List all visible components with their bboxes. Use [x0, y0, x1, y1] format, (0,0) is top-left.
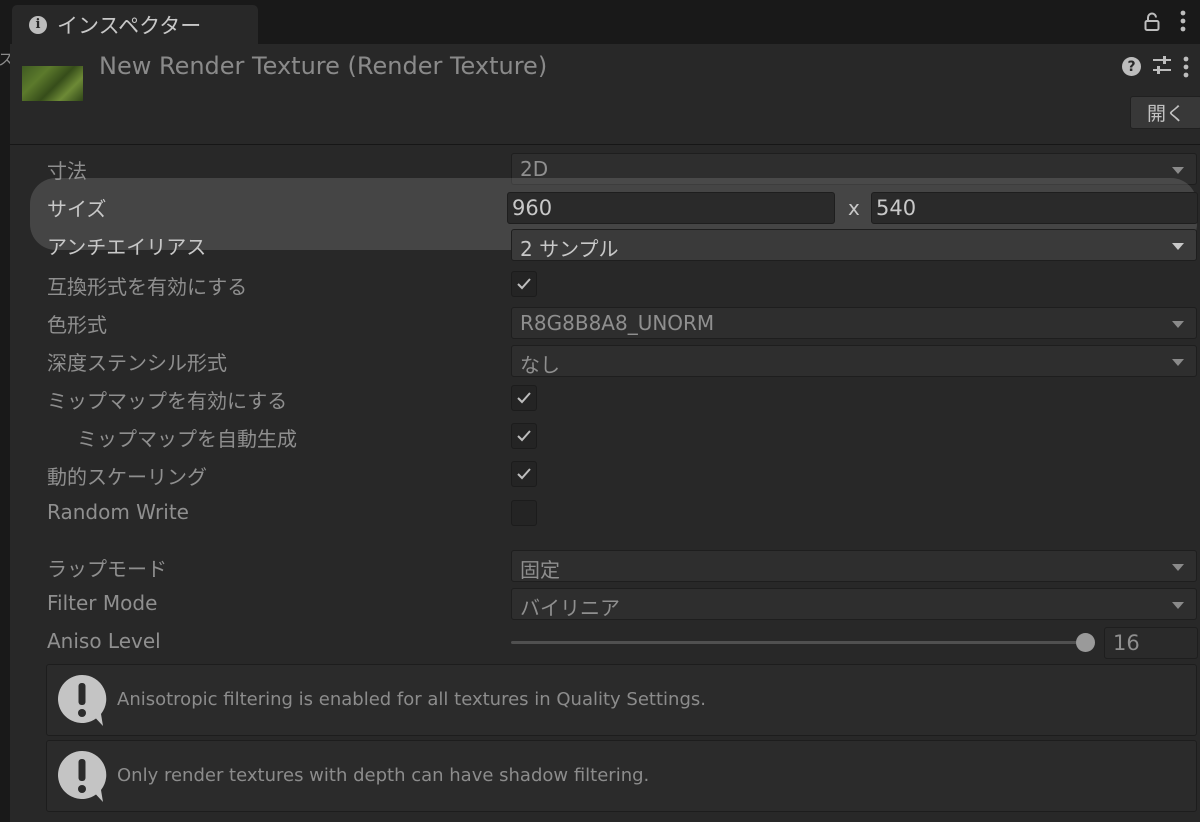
- dynamic-scaling-label: 動的スケーリング: [47, 465, 207, 489]
- chevron-down-icon: [1172, 602, 1184, 609]
- wrap-mode-dropdown[interactable]: 固定: [511, 550, 1197, 582]
- info-icon: i: [29, 15, 47, 34]
- tab-inspector[interactable]: i インスペクター: [12, 5, 258, 44]
- kebab-menu-icon[interactable]: [1180, 10, 1186, 32]
- checkmark-icon: [517, 392, 531, 404]
- wrap-mode-value: 固定: [520, 558, 560, 582]
- checkmark-icon: [517, 430, 531, 442]
- help-message: Only render textures with depth can have…: [117, 765, 650, 786]
- filter-mode-dropdown[interactable]: バイリニア: [511, 588, 1197, 620]
- size-height-field[interactable]: 540: [871, 192, 1198, 224]
- random-write-label: Random Write: [47, 500, 189, 524]
- mip-maps-label: ミップマップを有効にする: [47, 389, 288, 413]
- wrap-mode-label: ラップモード: [47, 557, 167, 581]
- color-format-dropdown[interactable]: R8G8B8A8_UNORM: [511, 307, 1197, 339]
- size-width-value: 960: [512, 196, 553, 220]
- anti-aliasing-label: アンチエイリアス: [47, 235, 207, 259]
- random-write-checkbox[interactable]: [511, 500, 537, 526]
- filter-mode-value: バイリニア: [520, 596, 620, 620]
- preset-sliders-icon[interactable]: [1151, 55, 1173, 75]
- open-button[interactable]: 開く: [1130, 96, 1200, 129]
- depth-stencil-value: なし: [520, 353, 560, 377]
- chevron-down-icon: [1172, 564, 1184, 571]
- compatible-format-label: 互換形式を有効にする: [47, 275, 248, 299]
- size-width-field[interactable]: 960: [507, 192, 835, 224]
- depth-stencil-label: 深度ステンシル形式: [47, 351, 227, 375]
- aniso-level-slider-track[interactable]: [511, 641, 1086, 644]
- tab-bar: i インスペクター: [10, 0, 1200, 44]
- aniso-level-label: Aniso Level: [47, 629, 161, 653]
- mip-maps-checkbox[interactable]: [511, 385, 537, 411]
- size-separator: x: [848, 196, 860, 220]
- inspector-header: New Render Texture (Render Texture) ? 開く: [10, 44, 1200, 145]
- lock-icon[interactable]: [1144, 12, 1160, 32]
- asset-title: New Render Texture (Render Texture): [99, 52, 548, 80]
- help-message: Anisotropic filtering is enabled for all…: [117, 689, 706, 710]
- color-format-label: 色形式: [47, 313, 107, 337]
- chevron-down-icon: [1172, 243, 1184, 250]
- color-format-value: R8G8B8A8_UNORM: [520, 311, 715, 335]
- aniso-level-slider-thumb[interactable]: [1076, 633, 1095, 652]
- size-height-value: 540: [876, 196, 917, 220]
- compatible-format-checkbox[interactable]: [511, 271, 537, 297]
- asset-thumbnail: [22, 66, 83, 101]
- kebab-menu-icon[interactable]: [1183, 56, 1189, 78]
- help-box-aniso: Anisotropic filtering is enabled for all…: [46, 664, 1197, 736]
- depth-stencil-dropdown[interactable]: なし: [511, 345, 1197, 377]
- chevron-down-icon: [1172, 359, 1184, 366]
- chevron-down-icon: [1172, 167, 1184, 174]
- auto-mip-maps-label: ミップマップを自動生成: [77, 427, 297, 451]
- anti-aliasing-value: 2 サンプル: [520, 237, 619, 261]
- help-icon[interactable]: ?: [1122, 57, 1141, 76]
- checkmark-icon: [517, 278, 531, 290]
- aniso-level-field[interactable]: 16: [1104, 627, 1198, 659]
- warning-icon: [58, 674, 107, 726]
- help-box-shadow: Only render textures with depth can have…: [46, 740, 1197, 812]
- anti-aliasing-dropdown[interactable]: 2 サンプル: [511, 229, 1197, 261]
- warning-icon: [58, 750, 107, 802]
- aniso-level-value: 16: [1113, 631, 1140, 655]
- auto-mip-maps-checkbox[interactable]: [511, 423, 537, 449]
- size-label: サイズ: [47, 197, 107, 221]
- chevron-down-icon: [1172, 321, 1184, 328]
- left-gutter: ス: [0, 0, 14, 822]
- tab-label: インスペクター: [57, 13, 202, 38]
- filter-mode-label: Filter Mode: [47, 591, 158, 615]
- checkmark-icon: [517, 468, 531, 480]
- dynamic-scaling-checkbox[interactable]: [511, 461, 537, 487]
